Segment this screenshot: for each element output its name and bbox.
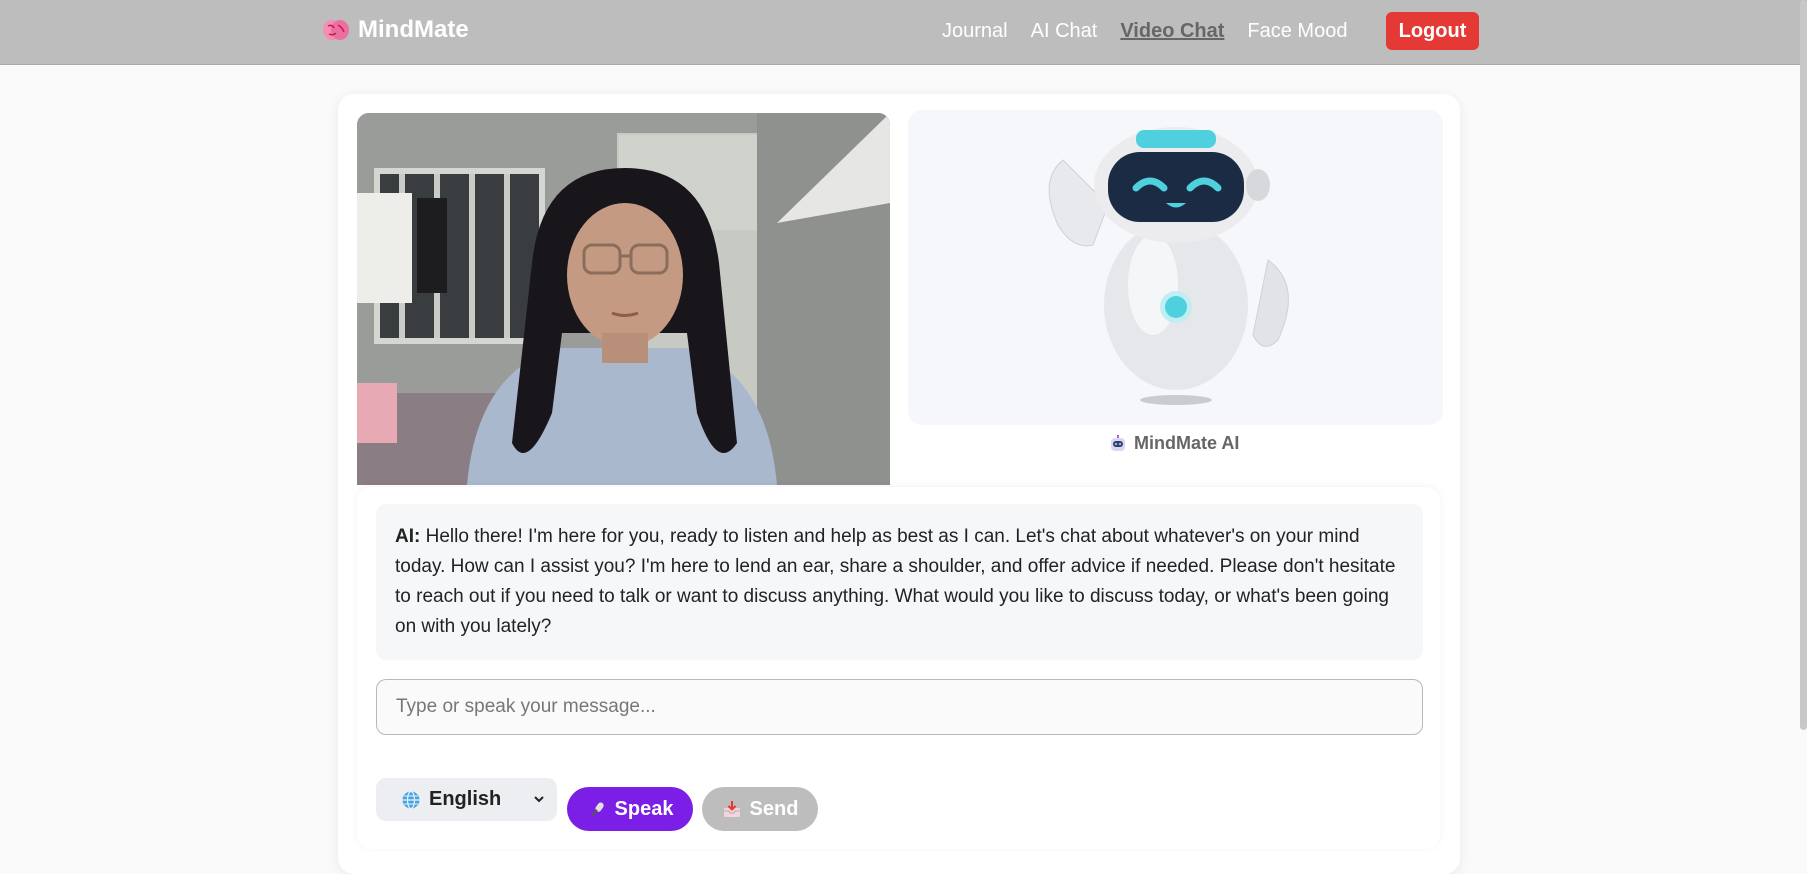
ai-message-bubble: AI: Hello there! I'm here for you, ready… bbox=[376, 504, 1423, 660]
speak-label: Speak bbox=[614, 797, 674, 820]
globe-icon bbox=[402, 790, 420, 809]
robot-icon bbox=[1111, 434, 1125, 451]
brand-name: MindMate bbox=[358, 16, 469, 43]
message-input[interactable] bbox=[376, 679, 1423, 735]
language-select[interactable]: English bbox=[376, 778, 557, 821]
nav-link-journal[interactable]: Journal bbox=[942, 20, 1008, 43]
user-video-feed bbox=[357, 113, 890, 485]
top-navbar: MindMate Journal AI Chat Video Chat Face… bbox=[0, 0, 1807, 65]
chevron-down-icon bbox=[534, 796, 544, 803]
nav-links: Journal AI Chat Video Chat Face Mood bbox=[942, 20, 1347, 43]
brain-icon bbox=[323, 20, 349, 40]
page-scrollbar[interactable] bbox=[1800, 0, 1807, 730]
robot-avatar-image bbox=[1048, 127, 1289, 405]
nav-link-ai-chat[interactable]: AI Chat bbox=[1031, 20, 1098, 43]
language-value: English bbox=[429, 788, 502, 810]
message-speaker: AI: bbox=[395, 526, 421, 547]
nav-link-video-chat[interactable]: Video Chat bbox=[1120, 20, 1224, 43]
inbox-tray-icon bbox=[723, 801, 740, 817]
send-label: Send bbox=[749, 797, 799, 820]
speak-button[interactable]: Speak bbox=[567, 787, 693, 831]
nav-link-face-mood[interactable]: Face Mood bbox=[1247, 20, 1347, 43]
ai-name-text: MindMate AI bbox=[1134, 433, 1240, 453]
webcam-frame-image bbox=[357, 113, 890, 485]
ai-name-label: MindMate AI bbox=[1108, 433, 1239, 454]
microphone-icon bbox=[590, 802, 604, 817]
ai-avatar-panel bbox=[908, 110, 1443, 425]
brand-logo[interactable]: MindMate bbox=[322, 16, 469, 44]
logout-button[interactable]: Logout bbox=[1386, 12, 1479, 50]
send-button[interactable]: Send bbox=[702, 787, 818, 831]
message-text: Hello there! I'm here for you, ready to … bbox=[395, 526, 1396, 637]
